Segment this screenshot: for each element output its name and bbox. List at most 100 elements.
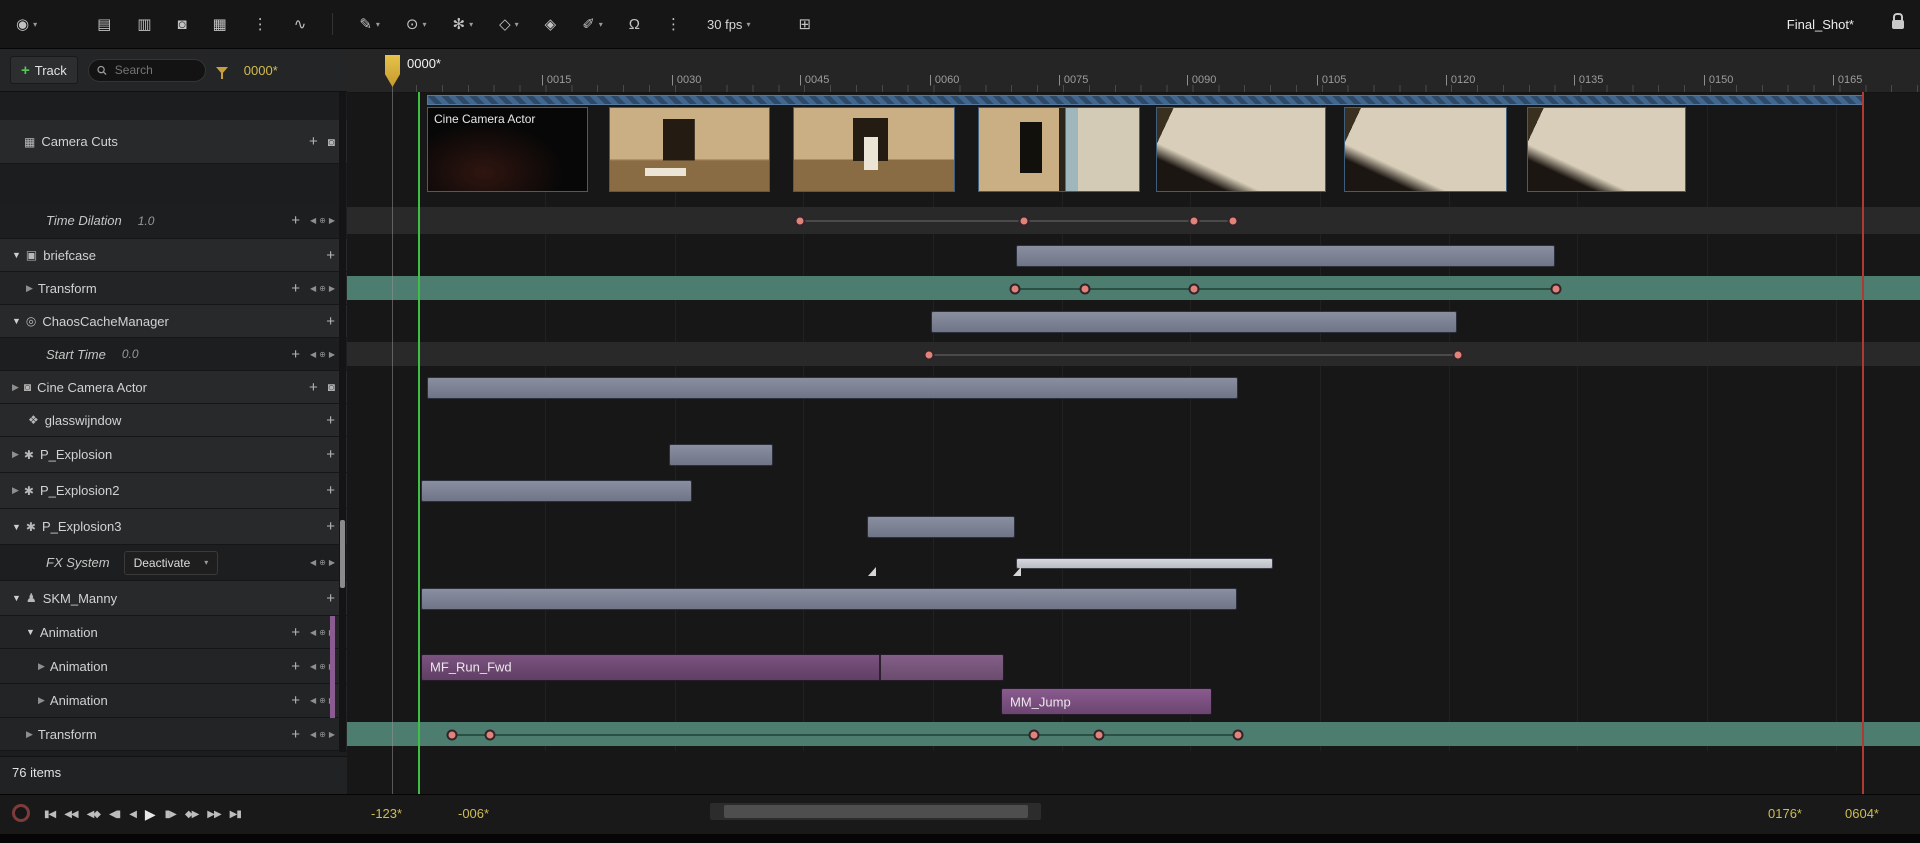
playback-end-frame[interactable]: 0176* — [1768, 806, 1802, 821]
keyframe[interactable] — [1550, 283, 1562, 294]
track-row-animation-2[interactable]: ▶Animation+◀⊕▶ — [0, 649, 347, 684]
keyframe[interactable] — [1188, 215, 1200, 227]
playback-end-line[interactable] — [1862, 92, 1864, 794]
track-row-transform-2[interactable]: ▶ Transform + ◀ ⊕ ▶ — [0, 718, 347, 751]
add-section-button[interactable]: + — [326, 314, 335, 329]
create-camera-icon[interactable]: ◙ — [177, 16, 186, 33]
track-row-glasswijndow[interactable]: ❖ glasswijndow + — [0, 404, 347, 437]
caret-right-icon[interactable]: ▶ — [38, 695, 45, 706]
fx-system-dropdown[interactable]: Deactivate ▾ — [123, 550, 219, 575]
next-key-button[interactable]: ▶ — [329, 216, 335, 225]
keyframe[interactable] — [923, 349, 935, 360]
thumbnail-grid-icon[interactable]: ⊞ — [798, 15, 811, 33]
caret-down-icon[interactable]: ▼ — [12, 250, 21, 260]
previous-key-button[interactable]: ◀ — [310, 628, 316, 637]
play-reverse-button[interactable]: ◀ — [129, 809, 137, 820]
camera-button[interactable]: ◙ — [328, 380, 335, 394]
world-icon[interactable]: ◉ ▾ — [16, 15, 37, 33]
key-settings-icon[interactable]: ◇ ▾ — [499, 15, 519, 33]
caret-right-icon[interactable]: ▶ — [12, 449, 19, 460]
track-row-chaos-cache[interactable]: ▼ ◎ ChaosCacheManager + — [0, 305, 347, 338]
snapping-icon[interactable]: Ω — [629, 16, 640, 33]
next-key-button[interactable]: ▶ — [329, 730, 335, 739]
add-section-button[interactable]: + — [309, 134, 318, 149]
clip-bar-p-explosion[interactable] — [669, 444, 773, 466]
camera-cuts-section[interactable] — [427, 95, 1863, 105]
track-row-p-explosion3[interactable]: ▼ ✱ P_Explosion3 + — [0, 509, 347, 545]
record-button[interactable] — [12, 804, 30, 822]
panel-scrollbar[interactable] — [339, 92, 346, 752]
add-section-button[interactable]: + — [291, 693, 300, 708]
add-section-button[interactable]: + — [291, 625, 300, 640]
caret-down-icon[interactable]: ▼ — [12, 593, 21, 603]
panel-scrollbar-thumb[interactable] — [340, 520, 345, 588]
next-key-button[interactable]: ▶ — [329, 284, 335, 293]
add-section-button[interactable]: + — [326, 248, 335, 263]
add-key-button[interactable]: ⊕ — [319, 558, 326, 567]
view-range-start[interactable]: -123* — [371, 806, 402, 821]
camera-cut-thumbnail[interactable] — [609, 107, 770, 192]
keyframe-options-icon[interactable]: ✎ ▾ — [359, 15, 380, 33]
add-key-button[interactable]: ⊕ — [319, 730, 326, 739]
caret-right-icon[interactable]: ▶ — [26, 283, 33, 294]
play-button[interactable]: ▶ — [145, 806, 156, 823]
options-dots-icon[interactable]: ⋮ — [253, 15, 268, 33]
clip-bar-fx-system[interactable] — [1016, 558, 1273, 569]
keyframe[interactable] — [794, 215, 806, 227]
jump-to-front-button[interactable]: ▮◀ — [44, 809, 56, 820]
keyframe[interactable] — [1009, 283, 1021, 294]
previous-key-button[interactable]: ◀ — [310, 696, 316, 705]
view-options-icon[interactable]: ⊙ ▾ — [406, 15, 427, 33]
track-row-fx-system[interactable]: FX System Deactivate ▾ ◀ ⊕ ▶ — [0, 545, 347, 581]
caret-down-icon[interactable]: ▼ — [26, 627, 35, 637]
add-section-button[interactable]: + — [326, 413, 335, 428]
jump-to-end-button[interactable]: ▶▮ — [230, 809, 242, 820]
track-row-cine-camera-actor[interactable]: ▶ ◙ Cine Camera Actor + ◙ — [0, 371, 347, 404]
next-frame-button[interactable]: ▮▶ — [165, 809, 177, 820]
browse-icon[interactable]: ▥ — [137, 15, 151, 33]
keyframe[interactable] — [1452, 349, 1464, 360]
track-row-p-explosion[interactable]: ▶ ✱ P_Explosion + — [0, 437, 347, 473]
previous-key-button[interactable]: ◀ — [310, 558, 316, 567]
timeline-scrollbar-thumb[interactable] — [724, 805, 1028, 818]
save-icon[interactable]: ▤ — [97, 15, 111, 33]
add-track-button[interactable]: + Track — [10, 56, 78, 84]
add-section-button[interactable]: + — [326, 483, 335, 498]
clip-bar-skm-manny[interactable] — [421, 587, 1237, 610]
clip-bar-p-explosion2[interactable] — [421, 480, 692, 502]
clip-bar-mm_jump[interactable]: MM_Jump — [1001, 688, 1212, 715]
add-section-button[interactable]: + — [326, 519, 335, 534]
timeline-scrollbar[interactable] — [710, 803, 1041, 820]
add-section-button[interactable]: + — [326, 447, 335, 462]
section-marker[interactable] — [1013, 567, 1021, 576]
add-section-button[interactable]: + — [291, 213, 300, 228]
add-section-button[interactable]: + — [291, 727, 300, 742]
render-movie-icon[interactable]: ▦ — [213, 15, 227, 33]
keyframe[interactable] — [1028, 729, 1040, 740]
caret-right-icon[interactable]: ▶ — [12, 485, 19, 496]
previous-key-button[interactable]: ◀ — [310, 284, 316, 293]
marker-icon[interactable]: ✐ ▾ — [582, 15, 603, 33]
lock-icon[interactable] — [1892, 12, 1904, 29]
play-fast-button[interactable]: ▶▶ — [207, 809, 221, 820]
track-row-animation-3[interactable]: ▶Animation+◀⊕▶ — [0, 684, 347, 718]
keyframe[interactable] — [1079, 283, 1091, 294]
section-marker[interactable] — [868, 567, 876, 576]
add-key-button[interactable]: ⊕ — [319, 284, 326, 293]
track-row-briefcase[interactable]: ▼ ▣ briefcase + — [0, 239, 347, 272]
clip-bar-cine-camera-actor[interactable] — [427, 376, 1238, 399]
track-row-start-time[interactable]: Start Time 0.0 + ◀ ⊕ ▶ — [0, 338, 347, 371]
clip-bar-mf_run_fwd[interactable]: MF_Run_Fwd — [421, 653, 1004, 681]
current-frame[interactable]: -006* — [458, 806, 489, 821]
sequence-length[interactable]: 0604* — [1845, 806, 1879, 821]
caret-right-icon[interactable]: ▶ — [26, 729, 33, 740]
clip-bar-briefcase[interactable] — [1016, 244, 1555, 267]
add-key-button[interactable]: ⊕ — [319, 350, 326, 359]
add-key-button[interactable]: ⊕ — [319, 696, 326, 705]
next-key-button[interactable]: ◆▶ — [185, 809, 199, 820]
camera-cut-thumbnail[interactable] — [1156, 107, 1326, 192]
next-key-button[interactable]: ▶ — [329, 558, 335, 567]
more-dots-icon[interactable]: ⋮ — [666, 15, 681, 33]
add-key-button[interactable]: ⊕ — [319, 216, 326, 225]
keyframe[interactable] — [1018, 215, 1030, 227]
